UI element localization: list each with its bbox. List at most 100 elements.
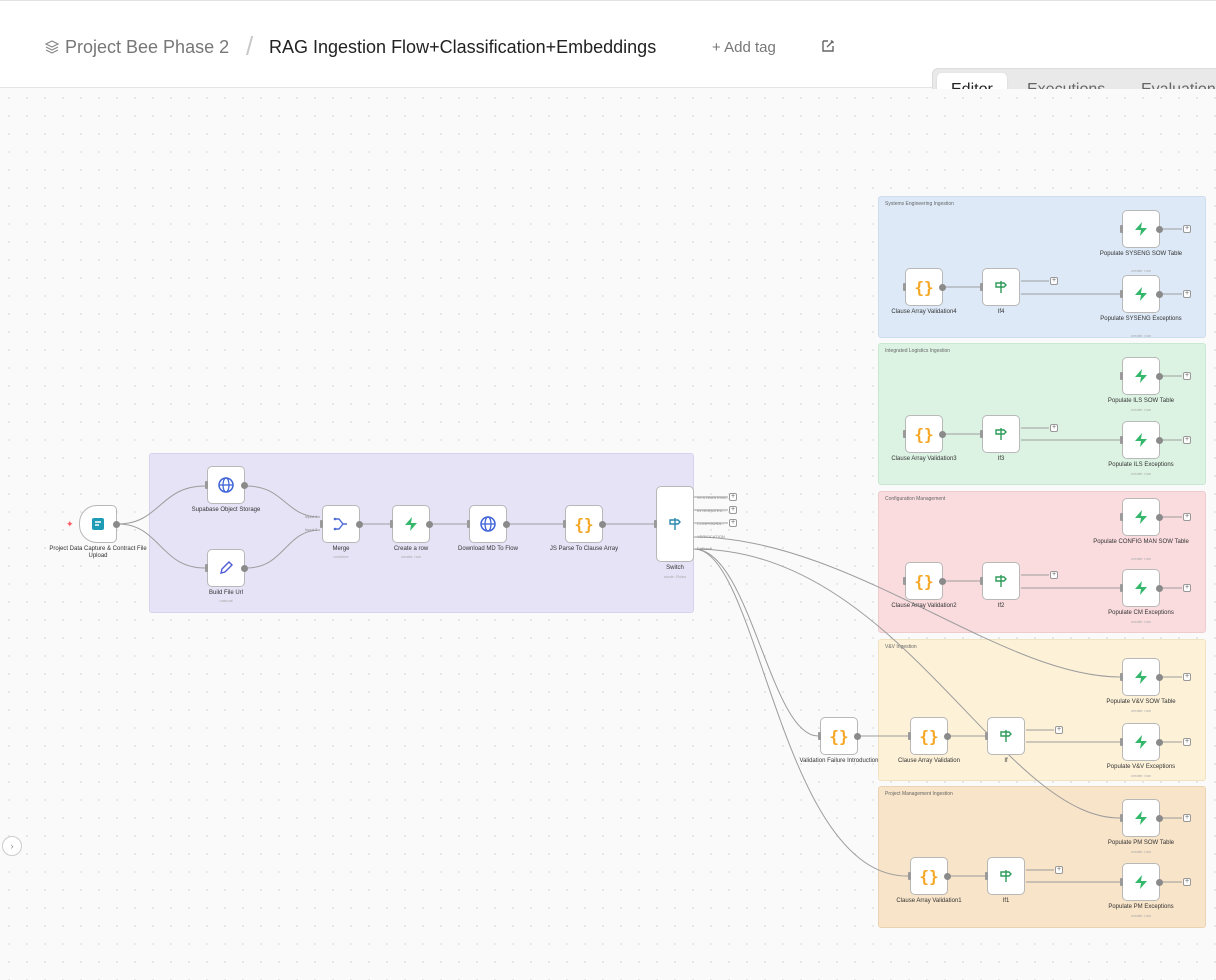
add-node-button[interactable]: + [1055,726,1063,734]
add-node-button[interactable]: + [1055,866,1063,874]
node-label: Populate SYSENG SOW Table [1099,251,1183,257]
node-label: Switch [666,565,684,571]
node-subtitle: mode: Rules [663,574,687,579]
node-populate-vv-sow[interactable] [1120,658,1163,696]
wire [693,548,911,877]
add-node-button[interactable]: + [1183,584,1191,592]
add-node-button[interactable]: + [729,506,737,514]
if-branch-icon [1000,870,1012,882]
node-populate-ils-sow[interactable] [1120,357,1163,395]
supabase-icon [1135,369,1147,383]
node-populate-vv-exceptions[interactable] [1120,723,1163,761]
node-subtitle: create: row [1131,913,1151,918]
node-merge[interactable] [320,505,363,543]
code-braces-icon: {} [919,726,939,746]
add-node-button[interactable]: + [1050,424,1058,432]
connections [117,228,1182,883]
node-clause-array-validation3[interactable]: {} [903,415,946,453]
add-node-button[interactable]: + [1183,878,1191,886]
node-switch[interactable] [654,486,694,562]
node-subtitle: create: row [401,554,421,559]
node-build-file-url[interactable] [205,549,248,587]
node-label: Project Data Capture & Contract File Upl… [49,546,147,559]
switch-output-label: VERIFICATION [697,534,725,539]
add-node-button[interactable]: + [1183,225,1191,233]
node-label: Populate PM Exceptions [1108,904,1174,910]
trigger-indicator-icon: ✦ [66,519,74,529]
supabase-icon [1135,875,1147,889]
add-node-button[interactable]: + [1183,814,1191,822]
node-label: Populate V&V Exceptions [1106,764,1176,770]
supabase-icon [1135,433,1147,447]
supabase-icon [1135,222,1147,236]
code-braces-icon: {} [914,571,934,591]
code-braces-icon: {} [574,514,594,534]
add-node-button[interactable]: + [1050,277,1058,285]
node-js-parse[interactable]: {} [563,505,606,543]
add-node-button[interactable]: + [1183,513,1191,521]
node-clause-array-validation[interactable]: {} [908,717,951,755]
supabase-icon [1135,811,1147,825]
supabase-icon [1135,510,1147,524]
add-node-button[interactable]: + [1183,290,1191,298]
add-node-button[interactable]: + [1183,673,1191,681]
node-populate-ils-exceptions[interactable] [1120,421,1163,459]
node-subtitle: create: row [1131,773,1151,778]
switch-output-label: CONFIGURA... [697,521,725,526]
node-if2[interactable] [980,562,1020,600]
node-subtitle: manual [219,598,233,603]
node-label: JS Parse To Clause Array [549,546,619,552]
add-node-button[interactable]: + [1183,738,1191,746]
node-populate-pm-sow[interactable] [1120,799,1163,837]
add-node-button[interactable]: + [1050,571,1058,579]
node-if3[interactable] [980,415,1020,453]
node-populate-config-man-sow[interactable] [1120,498,1163,536]
node-label: Populate ILS SOW Table [1107,398,1175,404]
node-subtitle: create: row [1131,708,1151,713]
node-label: Supabase Object Storage [191,507,261,513]
code-braces-icon: {} [914,277,934,297]
node-if[interactable] [985,717,1025,755]
node-subtitle: create: row [1131,556,1151,561]
node-clause-array-validation1[interactable]: {} [908,857,951,895]
merge-input-label: Input 1 [305,514,318,519]
node-trigger[interactable] [79,505,120,543]
node-validation-failure-introduction[interactable]: {} [818,717,861,755]
add-node-button[interactable]: + [729,519,737,527]
node-populate-syseng-exceptions[interactable] [1120,275,1163,313]
node-subtitle: create: row [1131,619,1151,624]
node-supabase-object-storage[interactable] [205,466,248,504]
supabase-icon [405,517,417,531]
add-node-button[interactable]: + [729,493,737,501]
supabase-icon [1135,670,1147,684]
node-label: Build File Url [208,590,243,596]
node-if4[interactable] [980,268,1020,306]
node-populate-pm-exceptions[interactable] [1120,863,1163,901]
code-braces-icon: {} [914,424,934,444]
switch-output-label: Fallback [697,546,712,551]
if-branch-icon [995,575,1007,587]
node-populate-cm-exceptions[interactable] [1120,569,1163,607]
node-label: Populate V&V SOW Table [1106,699,1176,705]
node-download-md[interactable] [467,505,510,543]
node-subtitle: create: row [1131,471,1151,476]
expand-panel-button[interactable]: › [2,836,22,856]
node-label: Populate ILS Exceptions [1108,462,1174,468]
switch-output-label: INTEGRATED... [697,508,726,513]
node-clause-array-validation4[interactable]: {} [903,268,946,306]
node-if1[interactable] [985,857,1025,895]
node-subtitle: create: row [1131,849,1151,854]
node-clause-array-validation2[interactable]: {} [903,562,946,600]
node-subtitle: create: row [1131,333,1151,338]
supabase-icon [1135,581,1147,595]
merge-input-label: Input 2 [305,527,318,532]
form-trigger-icon [92,518,104,530]
code-braces-icon: {} [829,726,849,746]
supabase-icon [1135,735,1147,749]
switch-output-label: SYSTEMS ENG... [697,495,730,500]
add-node-button[interactable]: + [1183,436,1191,444]
node-populate-syseng-sow[interactable] [1120,210,1163,248]
node-create-a-row[interactable] [390,505,433,543]
add-node-button[interactable]: + [1183,372,1191,380]
globe-icon [480,516,496,532]
